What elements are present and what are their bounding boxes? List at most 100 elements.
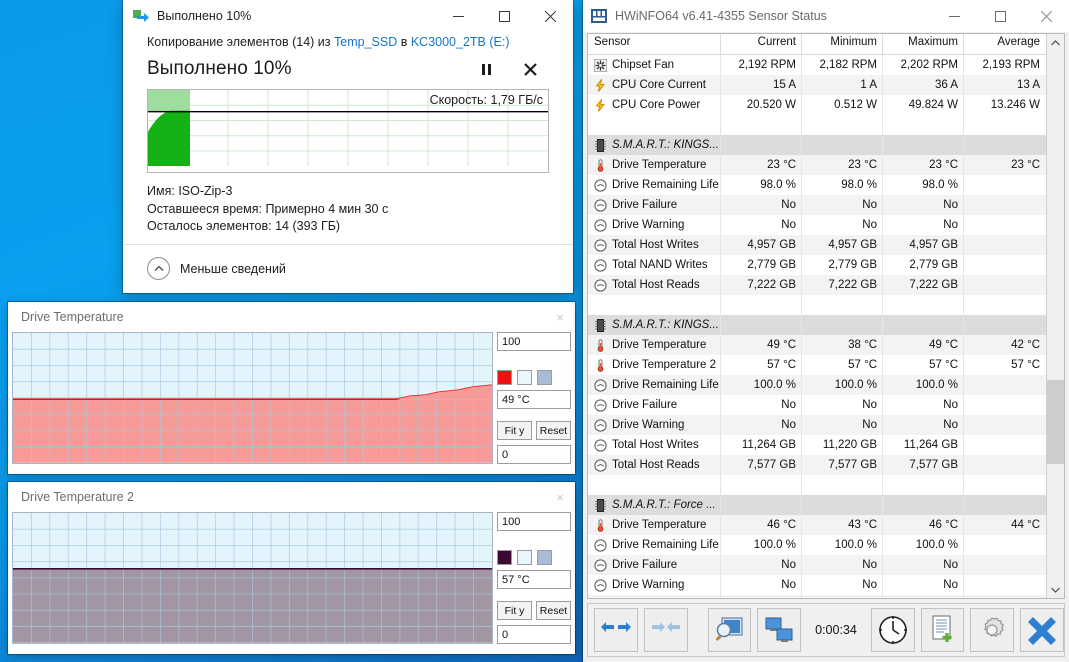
sensor-group-header[interactable]: S.M.A.R.T.: KINGS... <box>588 315 1046 335</box>
column-header-sensor[interactable]: Sensor <box>588 34 721 54</box>
pause-button[interactable] <box>475 58 497 80</box>
scrollbar-thumb[interactable] <box>1047 379 1064 465</box>
less-details-button[interactable]: Меньше сведений <box>147 257 286 280</box>
start-logging-button[interactable] <box>920 608 965 652</box>
destination-link[interactable]: KC3000_2TB (E:) <box>411 35 510 49</box>
sensor-row[interactable]: Drive Warning No No No <box>588 575 1046 595</box>
source-link[interactable]: Temp_SSD <box>334 35 397 49</box>
sensor-row[interactable]: Drive Temperature 49 °C 38 °C 49 °C 42 °… <box>588 335 1046 355</box>
sensor-minimum-value: 57 °C <box>802 355 883 375</box>
sensor-name-cell: Drive Warning <box>588 415 721 435</box>
sensor-row[interactable]: Drive Failure No No No <box>588 195 1046 215</box>
column-header-current[interactable]: Current <box>721 34 802 54</box>
maximize-button[interactable] <box>977 1 1023 32</box>
sensor-current-value: 15 A <box>721 75 802 95</box>
sensor-current-value: No <box>721 575 802 595</box>
copy-progress-dialog: Выполнено 10% Копирование элементов (14)… <box>123 0 573 293</box>
sensor-current-value: No <box>721 555 802 575</box>
sensor-row[interactable]: Drive Temperature 2 57 °C 57 °C 57 °C 57… <box>588 355 1046 375</box>
scroll-up-icon[interactable] <box>1047 34 1064 51</box>
sensor-average-value: 2,193 RPM <box>982 59 1040 71</box>
close-icon[interactable]: × <box>545 303 575 331</box>
series-color-swatch[interactable] <box>497 370 512 385</box>
sensor-row[interactable]: Total Host Reads 7,577 GB 7,577 GB 7,577… <box>588 455 1046 475</box>
grid-color-swatch[interactable] <box>537 550 552 565</box>
sensor-row[interactable]: Drive Temperature 23 °C 23 °C 23 °C 23 °… <box>588 155 1046 175</box>
sensor-row[interactable]: Drive Remaining Life 100.0 % 100.0 % 100… <box>588 375 1046 395</box>
sensor-minimum-value: 2,779 GB <box>802 255 883 275</box>
series-color-swatch[interactable] <box>497 550 512 565</box>
sensor-row[interactable]: Drive Warning No No No <box>588 215 1046 235</box>
sensor-maximum-value: No <box>883 575 964 595</box>
group-icon-label: S.M.A.R.T.: Force ... <box>588 495 721 515</box>
sensor-row[interactable]: Total NAND Writes 2,779 GB 2,779 GB 2,77… <box>588 255 1046 275</box>
collapse-columns-button[interactable] <box>643 608 688 652</box>
grid-color-swatch[interactable] <box>537 370 552 385</box>
y-min-input[interactable]: 0 <box>497 445 571 464</box>
sensor-maximum-value: No <box>883 555 964 575</box>
sensor-average-value <box>964 255 1045 275</box>
sensor-average-value <box>964 575 1045 595</box>
current-value-display: 49 °C <box>497 390 571 409</box>
vertical-scrollbar[interactable] <box>1046 34 1064 598</box>
column-header-average[interactable]: Average <box>964 34 1045 54</box>
close-button[interactable] <box>1023 1 1069 32</box>
graph-titlebar[interactable]: Drive Temperature × <box>8 302 575 332</box>
hwinfo-titlebar[interactable]: HWiNFO64 v6.41-4355 Sensor Status <box>583 0 1069 32</box>
maximize-button[interactable] <box>481 1 527 32</box>
reset-button[interactable]: Reset <box>536 601 571 620</box>
minimize-button[interactable] <box>931 1 977 32</box>
column-header-maximum[interactable]: Maximum <box>883 34 964 54</box>
minimize-button[interactable] <box>435 1 481 32</box>
reset-button[interactable]: Reset <box>536 421 571 440</box>
sensor-row[interactable]: Drive Remaining Life 98.0 % 98.0 % 98.0 … <box>588 175 1046 195</box>
sensor-row[interactable]: Drive Temperature 46 °C 43 °C 46 °C 44 °… <box>588 515 1046 535</box>
expand-columns-button[interactable] <box>594 608 638 652</box>
remaining-time-row: Оставшееся время: Примерно 4 мин 30 с <box>147 201 549 219</box>
close-app-button[interactable] <box>1020 608 1065 652</box>
configure-button[interactable] <box>970 608 1015 652</box>
fit-y-button[interactable]: Fit y <box>497 601 532 620</box>
graph-titlebar[interactable]: Drive Temperature 2 × <box>8 482 575 512</box>
y-max-input[interactable]: 100 <box>497 512 571 531</box>
remaining-time-value: Примерно 4 мин 30 с <box>265 201 389 216</box>
sensor-name: Drive Remaining Life <box>612 539 719 551</box>
sensor-row[interactable]: Drive Failure No No No <box>588 395 1046 415</box>
sensor-row[interactable]: Drive Remaining Life 100.0 % 100.0 % 100… <box>588 535 1046 555</box>
sensor-row[interactable]: Chipset Fan 2,192 RPM 2,182 RPM 2,202 RP… <box>588 55 1046 75</box>
sensor-row[interactable]: Total Host Writes 9,015 GB 9,015 GB 9,01… <box>588 595 1046 598</box>
y-min-input[interactable]: 0 <box>497 625 571 644</box>
sensor-settings-button[interactable] <box>707 608 752 652</box>
sensor-row[interactable]: Drive Warning No No No <box>588 415 1046 435</box>
sensor-minimum-value: No <box>802 215 883 235</box>
sensor-group-header[interactable]: S.M.A.R.T.: KINGS... <box>588 135 1046 155</box>
background-color-swatch[interactable] <box>517 550 532 565</box>
scrollbar-track[interactable] <box>1047 51 1064 581</box>
copy-desc-prefix: Копирование элементов (14) из <box>147 35 334 49</box>
y-max-input[interactable]: 100 <box>497 332 571 351</box>
sensor-minimum-value: No <box>802 575 883 595</box>
remote-monitoring-button[interactable] <box>757 608 802 652</box>
sensor-row[interactable]: Total Host Writes 11,264 GB 11,220 GB 11… <box>588 435 1046 455</box>
sensor-row[interactable]: CPU Core Power 20.520 W 0.512 W 49.824 W… <box>588 95 1046 115</box>
polling-clock-button[interactable] <box>870 608 915 652</box>
sensor-row[interactable]: Drive Failure No No No <box>588 555 1046 575</box>
sensor-row[interactable]: Total Host Writes 4,957 GB 4,957 GB 4,95… <box>588 235 1046 255</box>
sensor-maximum-value: No <box>883 215 964 235</box>
sensor-row[interactable]: CPU Core Current 15 A 1 A 36 A 13 A <box>588 75 1046 95</box>
sensor-name: CPU Core Power <box>612 99 701 111</box>
sensor-group-header[interactable]: S.M.A.R.T.: Force ... <box>588 495 1046 515</box>
sensor-maximum-value: 4,957 GB <box>883 235 964 255</box>
close-button[interactable] <box>527 1 573 32</box>
fit-y-button[interactable]: Fit y <box>497 421 532 440</box>
column-header-minimum[interactable]: Minimum <box>802 34 883 54</box>
sensor-average-value <box>964 455 1045 475</box>
copy-dialog-titlebar[interactable]: Выполнено 10% <box>123 0 573 32</box>
scroll-down-icon[interactable] <box>1047 581 1064 598</box>
group-name: S.M.A.R.T.: Force ... <box>612 499 716 511</box>
sensor-row[interactable]: Total Host Reads 7,222 GB 7,222 GB 7,222… <box>588 275 1046 295</box>
cancel-button[interactable] <box>519 58 541 80</box>
close-icon[interactable]: × <box>545 483 575 511</box>
background-color-swatch[interactable] <box>517 370 532 385</box>
group-name: S.M.A.R.T.: KINGS... <box>612 139 719 151</box>
